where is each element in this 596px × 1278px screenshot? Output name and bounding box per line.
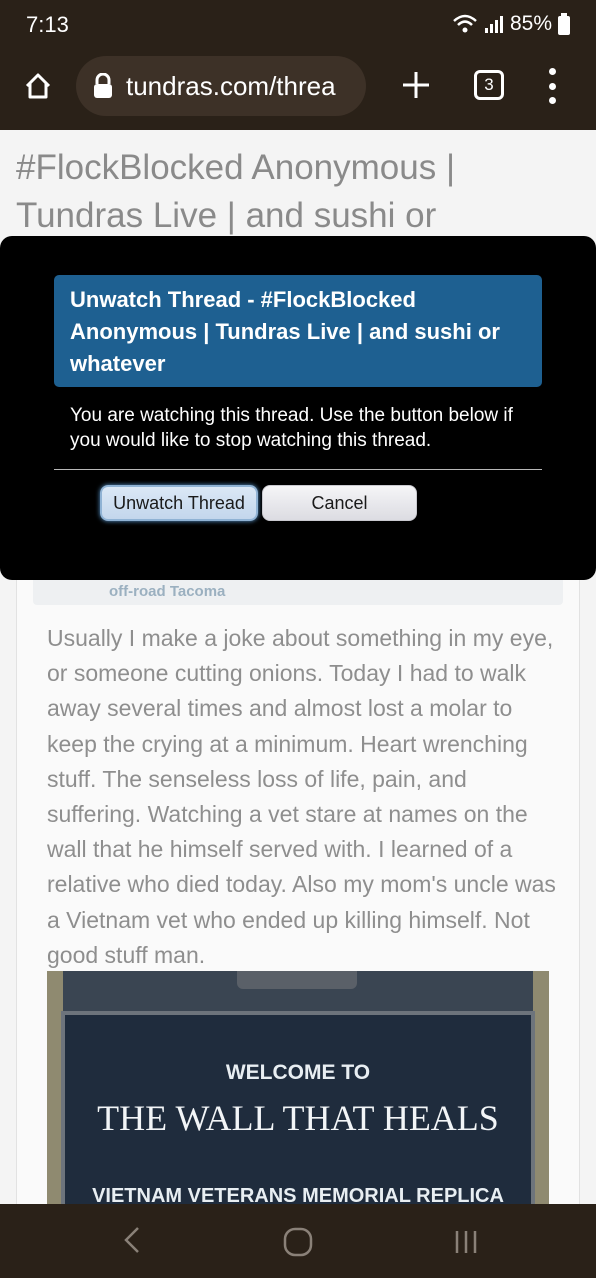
more-icon[interactable] — [540, 68, 564, 104]
status-time: 7:13 — [26, 12, 69, 37]
dialog-divider — [54, 469, 542, 470]
home-nav-icon[interactable] — [282, 1226, 314, 1263]
dialog-title: Unwatch Thread - #FlockBlocked Anonymous… — [70, 287, 500, 376]
recent-apps-icon[interactable] — [452, 1228, 480, 1261]
image-text-welcome: WELCOME TO — [225, 1061, 371, 1084]
cancel-button[interactable]: Cancel — [262, 485, 417, 521]
unwatch-thread-button[interactable]: Unwatch Thread — [100, 485, 258, 521]
image-grass-right — [533, 971, 549, 1204]
image-text-title: THE WALL THAT HEALS — [97, 1098, 499, 1138]
post-card: off-road Tacoma Usually I make a joke ab… — [16, 570, 580, 1204]
tab-count: 3 — [484, 75, 494, 94]
system-nav-bar — [0, 1204, 596, 1278]
browser-toolbar: tundras.com/threa 3 — [0, 50, 596, 130]
image-sign-top — [237, 971, 357, 989]
lock-icon — [92, 73, 114, 99]
tabs-icon[interactable]: 3 — [474, 70, 504, 100]
status-icons: 85% — [452, 12, 570, 36]
dialog-header: Unwatch Thread - #FlockBlocked Anonymous… — [54, 275, 542, 387]
post-body: Usually I make a joke about something in… — [47, 625, 556, 968]
home-icon[interactable] — [18, 66, 58, 106]
plus-icon[interactable] — [398, 67, 434, 103]
url-bar[interactable]: tundras.com/threa — [76, 56, 366, 116]
signal-icon — [484, 14, 504, 34]
wifi-icon — [452, 14, 478, 34]
unwatch-dialog: Unwatch Thread - #FlockBlocked Anonymous… — [0, 236, 596, 580]
page-title: #FlockBlocked Anonymous | Tundras Live |… — [16, 148, 456, 235]
author-subtitle: off-road Tacoma — [109, 583, 226, 600]
battery-percent: 85% — [509, 12, 552, 35]
battery-icon — [558, 13, 570, 35]
url-text: tundras.com/threa — [126, 70, 336, 101]
post-image[interactable]: WELCOME TO THE WALL THAT HEALS VIETNAM V… — [47, 971, 549, 1204]
image-text-subtitle: VIETNAM VETERANS MEMORIAL REPLICA — [92, 1185, 504, 1204]
dialog-message: You are watching this thread. Use the bu… — [70, 405, 513, 451]
back-icon[interactable] — [118, 1224, 146, 1261]
status-bar: 7:13 85% — [0, 0, 596, 50]
